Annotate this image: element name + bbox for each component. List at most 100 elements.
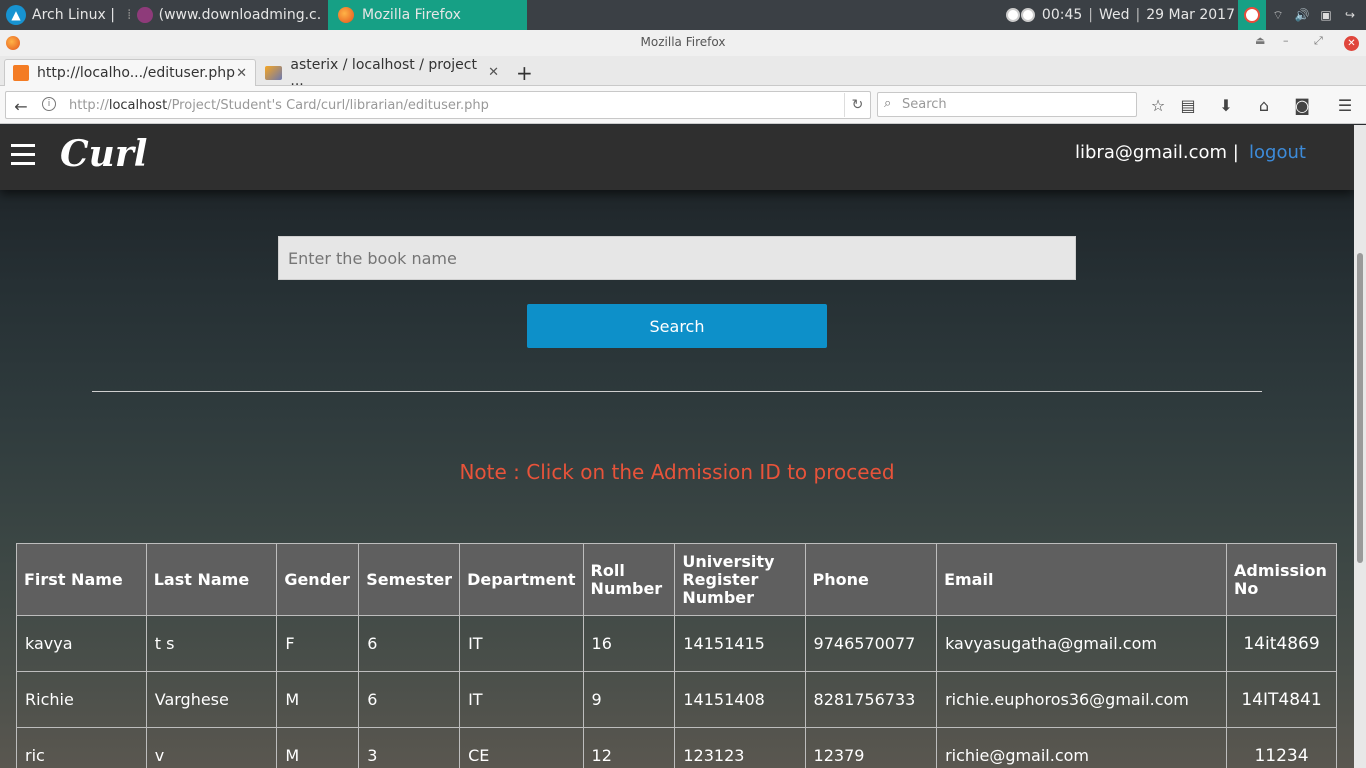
search-icon: ⌕: [884, 96, 892, 111]
clock-sep: |: [1135, 7, 1141, 23]
clock-day[interactable]: Wed: [1096, 0, 1133, 30]
col-first-name: First Name: [16, 543, 147, 616]
taskbar-window-label: Mozilla Firefox: [361, 7, 461, 23]
tab-edituser[interactable]: http://localho.../edituser.php ✕: [4, 59, 256, 86]
home-icon[interactable]: ⌂: [1253, 94, 1275, 116]
cell-semester: 3: [358, 727, 461, 768]
admission-id-link[interactable]: 14it4869: [1226, 615, 1337, 672]
xampp-favicon-icon: [13, 65, 29, 81]
site-logo[interactable]: Curl: [60, 133, 147, 175]
cell-semester: 6: [358, 615, 461, 672]
cell-department: CE: [459, 727, 584, 768]
search-placeholder: Search: [902, 97, 947, 112]
cell-phone: 8281756733: [804, 671, 938, 728]
window-title: Mozilla Firefox: [640, 35, 726, 49]
cell-department: IT: [459, 671, 584, 728]
phpmyadmin-favicon-icon: [265, 65, 283, 80]
page-content: Curl libra@gmail.com | logout Search Not…: [0, 125, 1354, 768]
search-button[interactable]: Search: [527, 304, 827, 348]
menu-icon[interactable]: ☰: [1334, 94, 1356, 116]
close-tab-icon[interactable]: ✕: [236, 66, 247, 81]
taskbar-window-firefox[interactable]: Mozilla Firefox: [327, 0, 527, 30]
close-window-icon[interactable]: ✕: [1344, 36, 1359, 51]
bookmark-star-icon[interactable]: ☆: [1147, 94, 1169, 116]
clock-date[interactable]: 29 Mar 2017: [1143, 0, 1238, 30]
admission-id-link[interactable]: 14IT4841: [1226, 671, 1337, 728]
col-university-register-number: University Register Number: [674, 543, 806, 616]
logout-icon[interactable]: ↪: [1342, 7, 1358, 23]
pocket-icon[interactable]: ◙: [1291, 94, 1313, 116]
shade-icon[interactable]: ⏏: [1255, 34, 1265, 47]
clock-sep: |: [1088, 7, 1093, 23]
table-header-row: First Name Last Name Gender Semester Dep…: [16, 543, 1337, 616]
cell-gender: M: [276, 727, 360, 768]
volume-icon[interactable]: 🔊: [1294, 7, 1310, 23]
cell-department: IT: [459, 615, 584, 672]
tab-bar: http://localho.../edituser.php ✕ asterix…: [0, 56, 1366, 89]
cell-semester: 6: [358, 671, 461, 728]
site-info-icon[interactable]: i: [42, 97, 56, 111]
cell-roll-number: 16: [582, 615, 676, 672]
col-roll-number: Roll Number: [582, 543, 676, 616]
cell-register-number: 123123: [674, 727, 806, 768]
workspace-label: Arch Linux |: [32, 7, 115, 23]
cell-gender: F: [276, 615, 360, 672]
cell-first-name: Richie: [16, 671, 147, 728]
user-email: libra@gmail.com |: [1075, 142, 1239, 163]
url-text: http://localhost/Project/Student's Card/…: [69, 98, 489, 113]
url-path: /Project/Student's Card/curl/librarian/e…: [167, 98, 489, 113]
tab-phpmyadmin[interactable]: asterix / localhost / project ... ✕: [257, 56, 507, 89]
page-scrollbar[interactable]: [1354, 125, 1366, 768]
cell-gender: M: [276, 671, 360, 728]
url-host: localhost: [108, 98, 168, 113]
cell-roll-number: 12: [582, 727, 676, 768]
col-last-name: Last Name: [145, 543, 278, 616]
wifi-icon[interactable]: ⌔: [1270, 7, 1286, 23]
minimize-icon[interactable]: –: [1283, 34, 1289, 47]
table-row: Richie Varghese M 6 IT 9 14151408 828175…: [16, 671, 1337, 728]
maximize-icon[interactable]: ⤢: [1314, 34, 1323, 48]
downloads-icon[interactable]: ⬇: [1215, 94, 1237, 116]
cell-last-name: v: [145, 727, 278, 768]
hamburger-menu-icon[interactable]: [11, 144, 35, 168]
col-department: Department: [459, 543, 584, 616]
divider: [92, 391, 1262, 392]
clock-time[interactable]: 00:45: [1039, 0, 1085, 30]
col-email: Email: [936, 543, 1228, 616]
cell-last-name: Varghese: [145, 671, 278, 728]
system-panel: ▲ Arch Linux | ⁞ (www.downloadming.c... …: [0, 0, 1366, 30]
window-titlebar: Mozilla Firefox ⏏ – ⤢ ✕: [0, 30, 1366, 56]
site-header: Curl libra@gmail.com | logout: [0, 125, 1354, 190]
url-bar[interactable]: ← i http://localhost/Project/Student's C…: [5, 91, 871, 119]
col-semester: Semester: [358, 543, 461, 616]
close-tab-icon[interactable]: ✕: [488, 65, 499, 80]
tab-label: asterix / localhost / project ...: [290, 56, 477, 89]
cell-email: richie@gmail.com: [936, 727, 1228, 768]
clipboard-icon[interactable]: ▣: [1318, 7, 1334, 23]
admission-id-link[interactable]: 11234: [1226, 727, 1337, 768]
reload-icon[interactable]: ↻: [844, 93, 870, 117]
new-tab-button[interactable]: +: [508, 59, 538, 86]
col-admission-no: Admission No: [1226, 543, 1337, 616]
eyes-icon: [1005, 8, 1035, 22]
logout-link[interactable]: logout: [1249, 142, 1306, 163]
firefox-icon: [337, 7, 354, 23]
cell-phone: 9746570077: [804, 615, 938, 672]
scrollbar-thumb[interactable]: [1357, 253, 1363, 563]
book-name-input[interactable]: [278, 236, 1076, 280]
search-bar[interactable]: ⌕ Search: [877, 92, 1137, 117]
col-phone: Phone: [804, 543, 938, 616]
back-arrow-icon: ←: [14, 96, 28, 116]
cell-first-name: ric: [16, 727, 147, 768]
cell-register-number: 14151415: [674, 615, 806, 672]
arch-logo-icon: ▲: [6, 5, 26, 25]
arch-menu-button[interactable]: ▲ Arch Linux |: [0, 0, 121, 30]
back-button[interactable]: ←: [10, 95, 32, 117]
cell-phone: 12379: [804, 727, 938, 768]
navigation-bar: ← i http://localhost/Project/Student's C…: [0, 86, 1366, 124]
cell-register-number: 14151408: [674, 671, 806, 728]
reading-list-icon[interactable]: ▤: [1177, 94, 1199, 116]
taskbar-window-browser2[interactable]: ⁞ (www.downloadming.c...: [121, 0, 328, 30]
update-icon[interactable]: [1238, 0, 1266, 30]
cell-last-name: t s: [145, 615, 278, 672]
